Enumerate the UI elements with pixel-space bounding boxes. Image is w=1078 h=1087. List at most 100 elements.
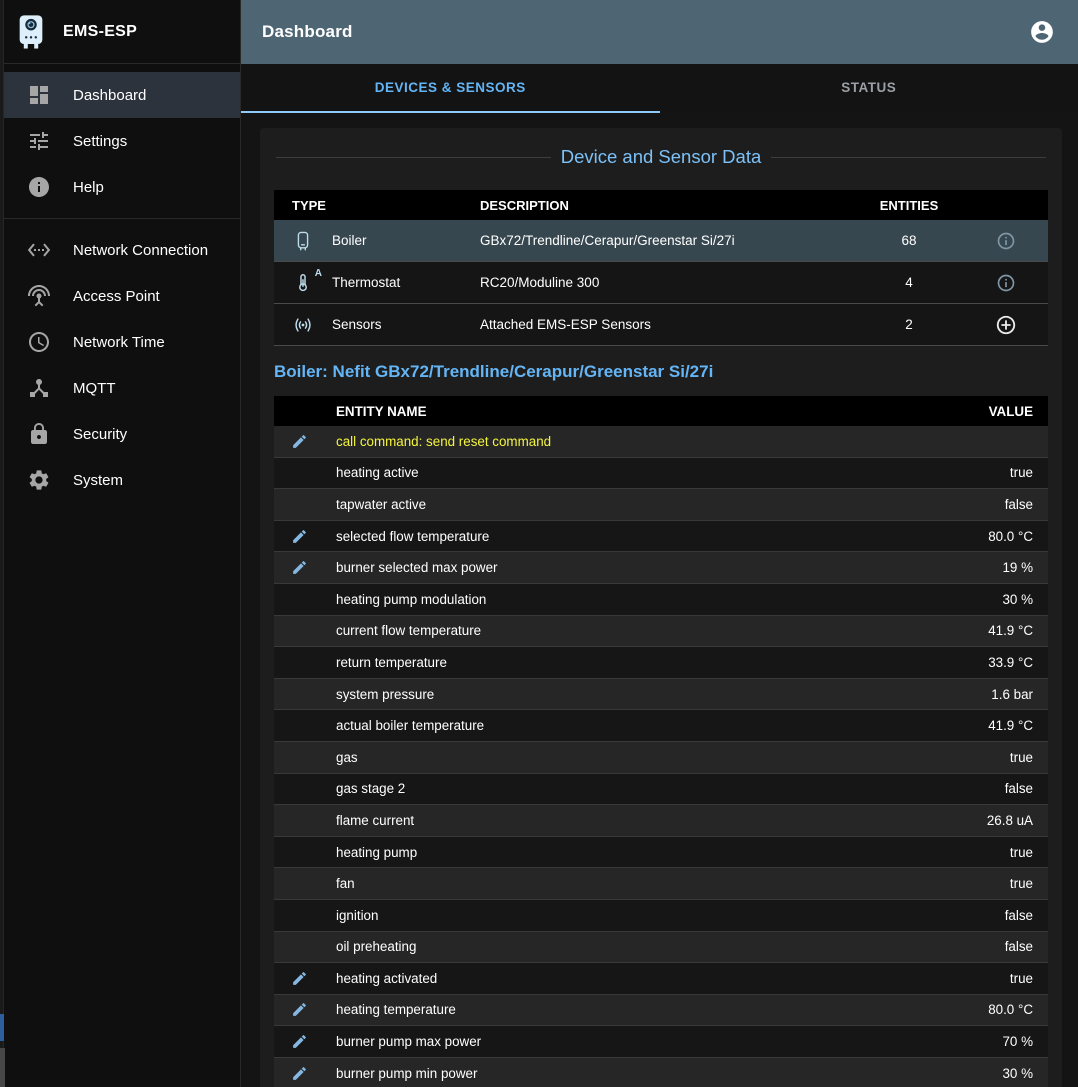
entity-name: current flow temperature	[324, 623, 988, 638]
device-row[interactable]: Boiler GBx72/Trendline/Cerapur/Greenstar…	[274, 220, 1048, 262]
sidebar-nav: Dashboard Settings Help Network Connecti…	[0, 64, 240, 503]
sidebar-item-network-connection[interactable]: Network Connection	[0, 227, 240, 273]
entity-value: 1.6 bar	[991, 687, 1048, 702]
entity-name: heating pump modulation	[324, 592, 1002, 607]
boiler-icon	[292, 230, 314, 252]
sidebar-item-network-time[interactable]: Network Time	[0, 319, 240, 365]
entity-row: gas stage 2 false	[274, 774, 1048, 806]
card-heading-text: Device and Sensor Data	[561, 146, 762, 168]
icon-badge: A	[315, 268, 322, 279]
entity-row[interactable]: heating temperature 80.0 °C	[274, 995, 1048, 1027]
entity-name: actual boiler temperature	[324, 718, 988, 733]
col-value: VALUE	[989, 404, 1048, 419]
sidebar-item-security[interactable]: Security	[0, 411, 240, 457]
ethernet-icon	[27, 238, 51, 262]
ems-esp-logo-icon	[15, 14, 47, 50]
device-row[interactable]: A Thermostat RC20/Moduline 300 4	[274, 262, 1048, 304]
sidebar-header: EMS-ESP	[0, 0, 240, 64]
entity-value: 80.0 °C	[988, 1002, 1048, 1017]
dashboard-card: Device and Sensor Data TYPE DESCRIPTION …	[260, 128, 1062, 1087]
left-scrollbar-segment	[0, 1048, 5, 1087]
device-description: Attached EMS-ESP Sensors	[462, 317, 854, 332]
entity-name: heating active	[324, 465, 1010, 480]
entity-name: call command: send reset command	[324, 434, 1033, 449]
sidebar-item-label: MQTT	[73, 380, 116, 397]
sidebar-item-label: Network Time	[73, 334, 165, 351]
edit-pencil-icon[interactable]	[291, 1001, 308, 1018]
tab-status[interactable]: STATUS	[660, 64, 1078, 113]
entities-table: ENTITY NAME VALUE call command: send res…	[274, 396, 1048, 1087]
entity-name: burner selected max power	[324, 560, 1002, 575]
edit-pencil-icon[interactable]	[291, 1065, 308, 1082]
entity-value: 80.0 °C	[988, 529, 1048, 544]
add-sensor-button[interactable]	[993, 312, 1019, 338]
app-title: EMS-ESP	[63, 23, 137, 41]
entity-name: heating pump	[324, 845, 1010, 860]
tab-devices-sensors[interactable]: DEVICES & SENSORS	[241, 64, 660, 113]
entity-value: 19 %	[1002, 560, 1048, 575]
entity-name: ignition	[324, 908, 1005, 923]
entity-row: heating active true	[274, 458, 1048, 490]
entity-row[interactable]: selected flow temperature 80.0 °C	[274, 521, 1048, 553]
device-type: Thermostat	[332, 275, 462, 290]
devices-table: TYPE DESCRIPTION ENTITIES Boiler GBx72/T…	[274, 190, 1048, 346]
sidebar-item-label: System	[73, 472, 123, 489]
device-row[interactable]: Sensors Attached EMS-ESP Sensors 2	[274, 304, 1048, 346]
entity-name: system pressure	[324, 687, 991, 702]
divider	[771, 157, 1046, 158]
sidebar-item-access-point[interactable]: Access Point	[0, 273, 240, 319]
sidebar-item-label: Settings	[73, 133, 127, 150]
device-entities-count: 68	[854, 233, 964, 248]
entity-value: 41.9 °C	[988, 623, 1048, 638]
sidebar-item-label: Security	[73, 426, 127, 443]
entity-row: ignition false	[274, 900, 1048, 932]
col-entity-name: ENTITY NAME	[324, 404, 989, 419]
add-circle-icon	[995, 314, 1017, 336]
left-scrollbar-thumb[interactable]	[0, 1014, 4, 1041]
entity-name: fan	[324, 876, 1010, 891]
col-type: TYPE	[274, 198, 332, 213]
antenna-icon	[27, 284, 51, 308]
sidebar-item-dashboard[interactable]: Dashboard	[0, 72, 240, 118]
edit-pencil-icon[interactable]	[291, 559, 308, 576]
edit-pencil-icon[interactable]	[291, 528, 308, 545]
boiler-section-heading: Boiler: Nefit GBx72/Trendline/Cerapur/Gr…	[274, 362, 1048, 382]
device-info-button[interactable]	[994, 271, 1018, 295]
entity-row: gas true	[274, 742, 1048, 774]
edit-pencil-icon[interactable]	[291, 970, 308, 987]
entity-name: oil preheating	[324, 939, 1005, 954]
account-button[interactable]	[1022, 12, 1062, 52]
dashboard-icon	[27, 83, 51, 107]
entity-row[interactable]: burner selected max power 19 %	[274, 552, 1048, 584]
info-icon	[996, 231, 1016, 251]
info-icon	[996, 273, 1016, 293]
entities-table-body: call command: send reset command heating…	[274, 426, 1048, 1087]
entity-row: fan true	[274, 868, 1048, 900]
entity-value: 30 %	[1002, 592, 1048, 607]
device-type: Sensors	[332, 317, 462, 332]
edit-pencil-icon[interactable]	[291, 1033, 308, 1050]
lock-icon	[27, 422, 51, 446]
device-info-button[interactable]	[994, 229, 1018, 253]
entity-value: 41.9 °C	[988, 718, 1048, 733]
sidebar-item-settings[interactable]: Settings	[0, 118, 240, 164]
entity-name: flame current	[324, 813, 987, 828]
content-area: Device and Sensor Data TYPE DESCRIPTION …	[241, 113, 1078, 1087]
sidebar-item-mqtt[interactable]: MQTT	[0, 365, 240, 411]
col-description: DESCRIPTION	[462, 198, 854, 213]
entity-row: flame current 26.8 uA	[274, 805, 1048, 837]
sidebar-item-system[interactable]: System	[0, 457, 240, 503]
entity-value: 26.8 uA	[987, 813, 1048, 828]
entity-row[interactable]: heating activated true	[274, 963, 1048, 995]
left-scrollbar-track[interactable]	[0, 0, 4, 1087]
col-entities: ENTITIES	[854, 198, 964, 213]
sidebar-item-help[interactable]: Help	[0, 164, 240, 210]
edit-pencil-icon[interactable]	[291, 433, 308, 450]
entity-name: heating temperature	[324, 1002, 988, 1017]
device-description: GBx72/Trendline/Cerapur/Greenstar Si/27i	[462, 233, 854, 248]
entity-row[interactable]: burner pump min power 30 %	[274, 1058, 1048, 1087]
entity-value: false	[1005, 497, 1048, 512]
info-icon	[27, 175, 51, 199]
entity-row[interactable]: burner pump max power 70 %	[274, 1026, 1048, 1058]
entity-row[interactable]: call command: send reset command	[274, 426, 1048, 458]
